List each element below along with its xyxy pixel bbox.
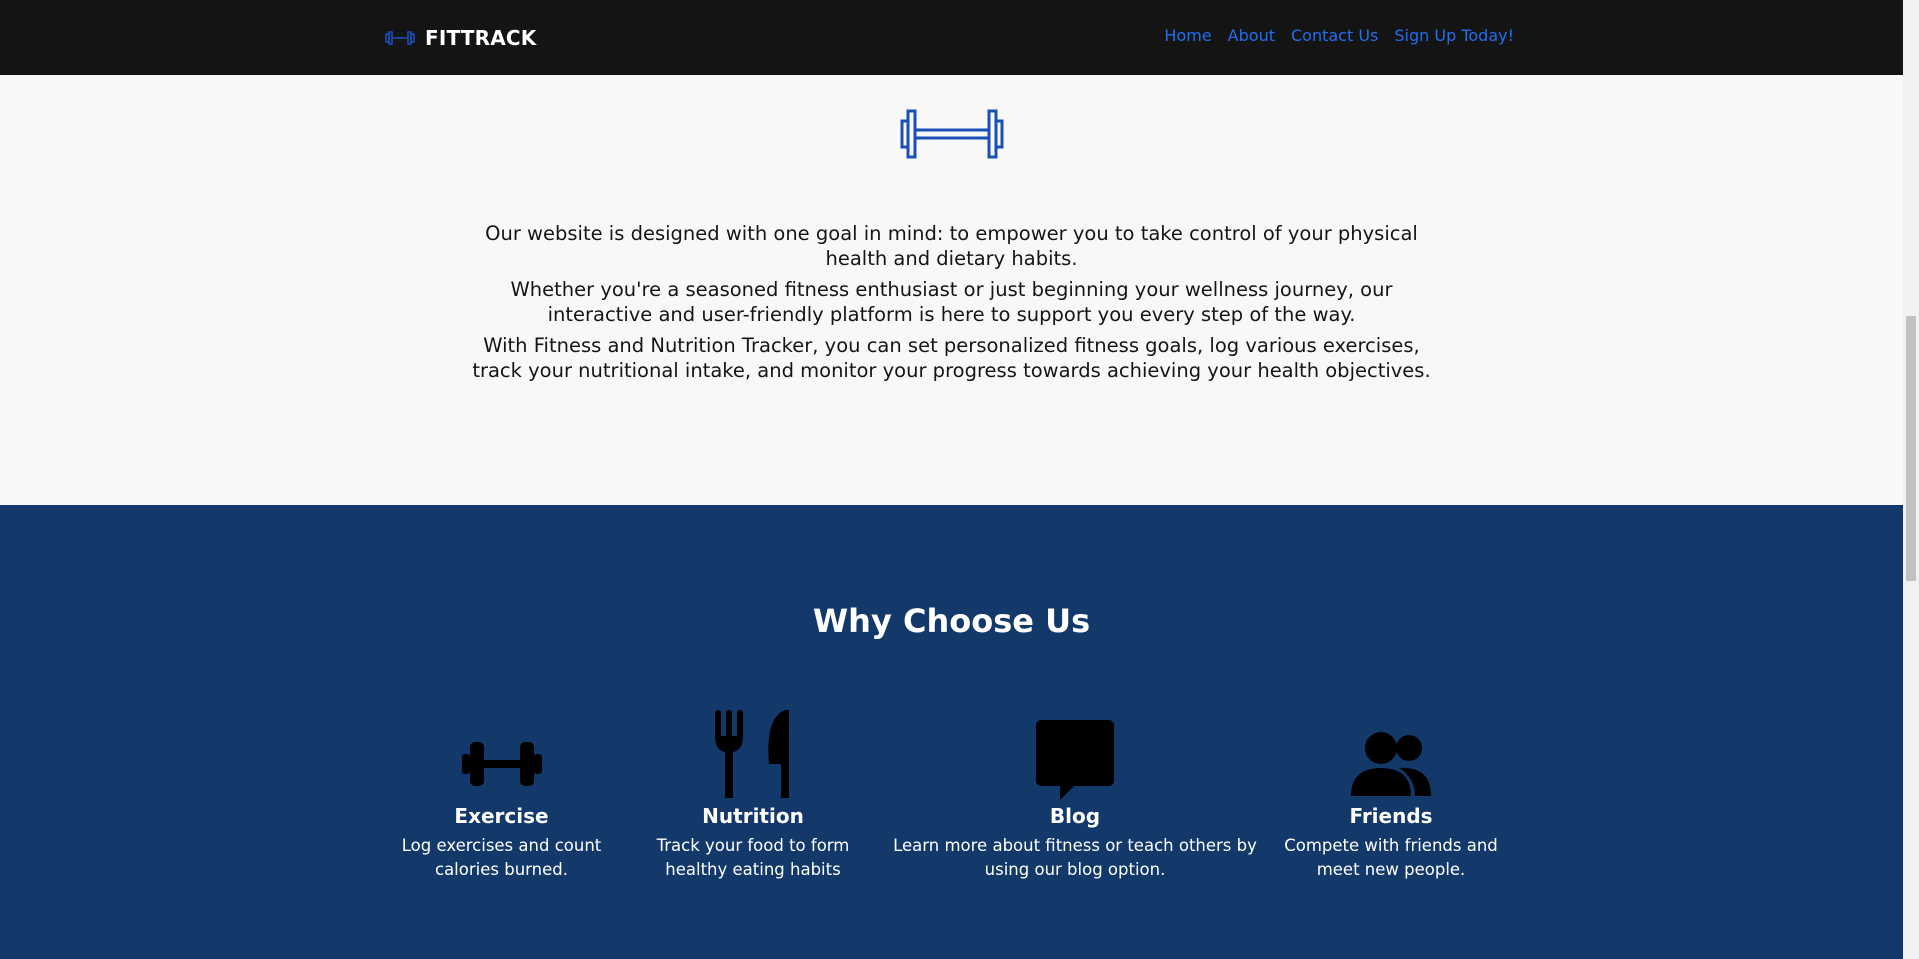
feature-title: Exercise <box>454 804 549 828</box>
intro-paragraph-features: With Fitness and Nutrition Tracker, you … <box>472 334 1431 382</box>
feature-nutrition: Nutrition Track your food to form health… <box>652 710 854 882</box>
page: FITTRACK Home About Contact Us Sign Up T… <box>0 0 1903 959</box>
nav-home-link[interactable]: Home <box>1164 26 1211 45</box>
navbar: FITTRACK Home About Contact Us Sign Up T… <box>0 0 1903 75</box>
dumbbell-outline-icon <box>900 109 1004 159</box>
utensils-icon <box>715 710 789 798</box>
intro-text: Our website is designed with one goal in… <box>470 222 1433 390</box>
feature-exercise: Exercise Log exercises and count calorie… <box>399 728 604 882</box>
feature-desc: Log exercises and count calories burned. <box>401 836 602 879</box>
brand-name: FITTRACK <box>425 26 537 50</box>
nav-links: Home About Contact Us Sign Up Today! <box>1164 26 1514 45</box>
intro-section: Our website is designed with one goal in… <box>0 75 1903 505</box>
dumbbell-icon <box>461 742 542 786</box>
features-section: Why Choose Us Exercise Log exercises and… <box>0 505 1903 959</box>
nav-signup-link[interactable]: Sign Up Today! <box>1394 26 1514 45</box>
feature-desc: Track your food to form healthy eating h… <box>656 836 850 879</box>
feature-title: Nutrition <box>702 804 804 828</box>
feature-desc: Learn more about fitness or teach others… <box>893 836 1257 879</box>
brand-link[interactable]: FITTRACK <box>385 24 537 52</box>
nav-about-link[interactable]: About <box>1228 26 1275 45</box>
vertical-scrollbar[interactable] <box>1903 0 1919 959</box>
feature-friends: Friends Compete with friends and meet ne… <box>1283 728 1499 882</box>
feature-blog: Blog Learn more about fitness or teach o… <box>892 720 1258 882</box>
chat-bubble-icon <box>1036 720 1114 800</box>
intro-paragraph-goal: Our website is designed with one goal in… <box>485 222 1418 270</box>
scrollbar-thumb[interactable] <box>1906 316 1916 581</box>
intro-paragraph-support: Whether you're a seasoned fitness enthus… <box>510 278 1393 326</box>
dumbbell-icon <box>385 31 415 45</box>
feature-desc: Compete with friends and meet new people… <box>1284 836 1498 879</box>
users-icon <box>1351 732 1431 796</box>
nav-contact-link[interactable]: Contact Us <box>1291 26 1378 45</box>
features-title: Why Choose Us <box>812 602 1091 640</box>
feature-title: Friends <box>1349 804 1433 828</box>
feature-title: Blog <box>1049 804 1101 828</box>
